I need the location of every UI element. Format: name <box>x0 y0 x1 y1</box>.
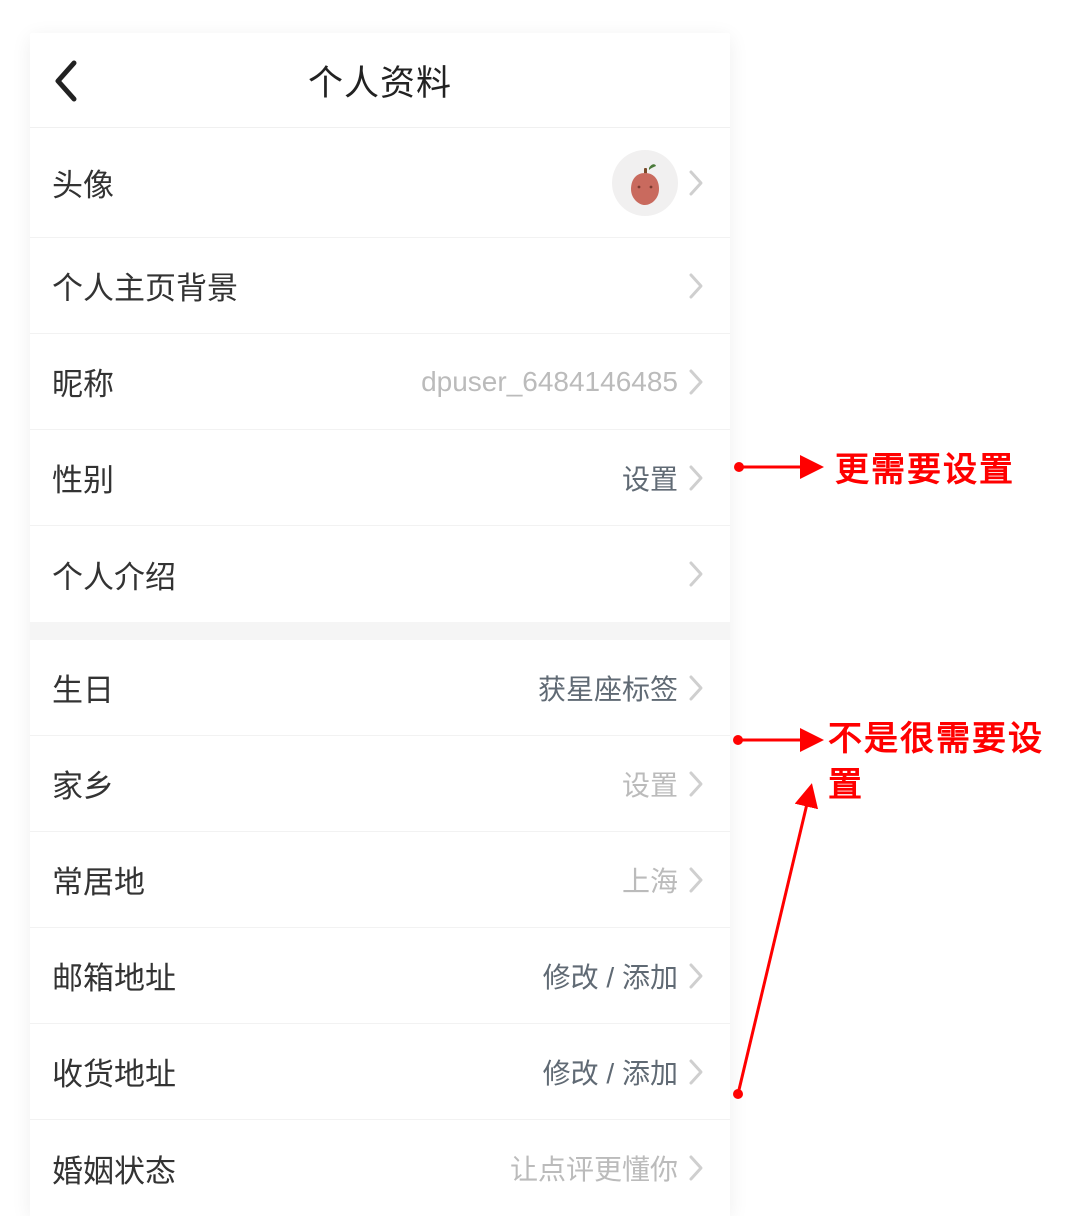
annotation-text: 更需要设置 <box>835 447 1015 493</box>
annotation-text: 不是很需要设置 <box>828 716 1058 808</box>
annotation-arrow-icon <box>0 0 1080 1169</box>
